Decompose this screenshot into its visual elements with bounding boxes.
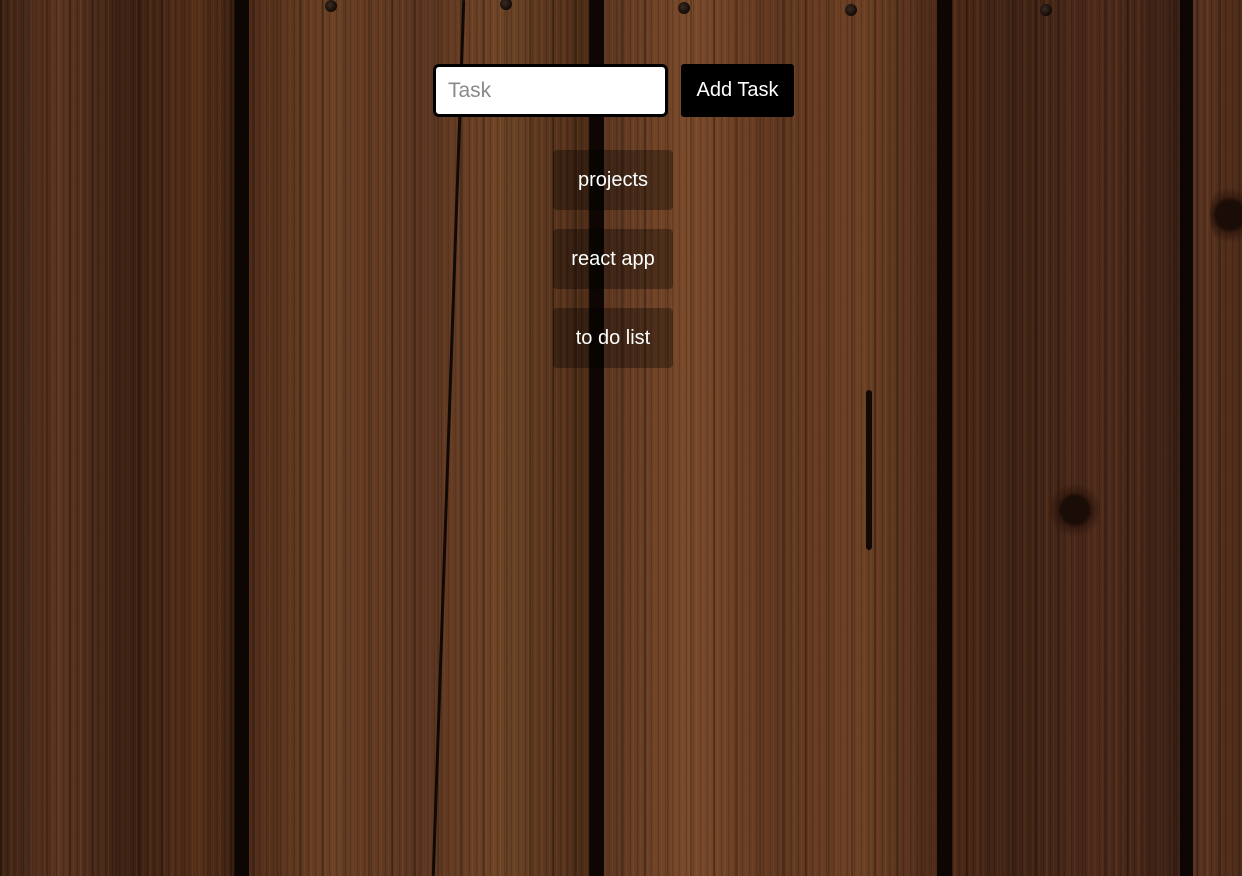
nail-icon — [845, 4, 857, 16]
wood-knot — [1050, 480, 1100, 540]
list-item[interactable]: to do list — [553, 308, 673, 368]
list-item[interactable]: projects — [553, 150, 673, 210]
nail-icon — [1040, 4, 1052, 16]
list-item[interactable]: react app — [553, 229, 673, 289]
wood-crack — [866, 390, 872, 550]
task-list: projects react app to do list — [553, 150, 673, 387]
task-input[interactable] — [433, 64, 668, 117]
wood-knot — [1210, 180, 1242, 250]
add-task-button[interactable]: Add Task — [681, 64, 794, 117]
add-task-form: Add Task — [433, 64, 794, 117]
nail-icon — [500, 0, 512, 10]
nail-icon — [678, 2, 690, 14]
nail-icon — [325, 0, 337, 12]
wood-crack — [431, 0, 466, 876]
